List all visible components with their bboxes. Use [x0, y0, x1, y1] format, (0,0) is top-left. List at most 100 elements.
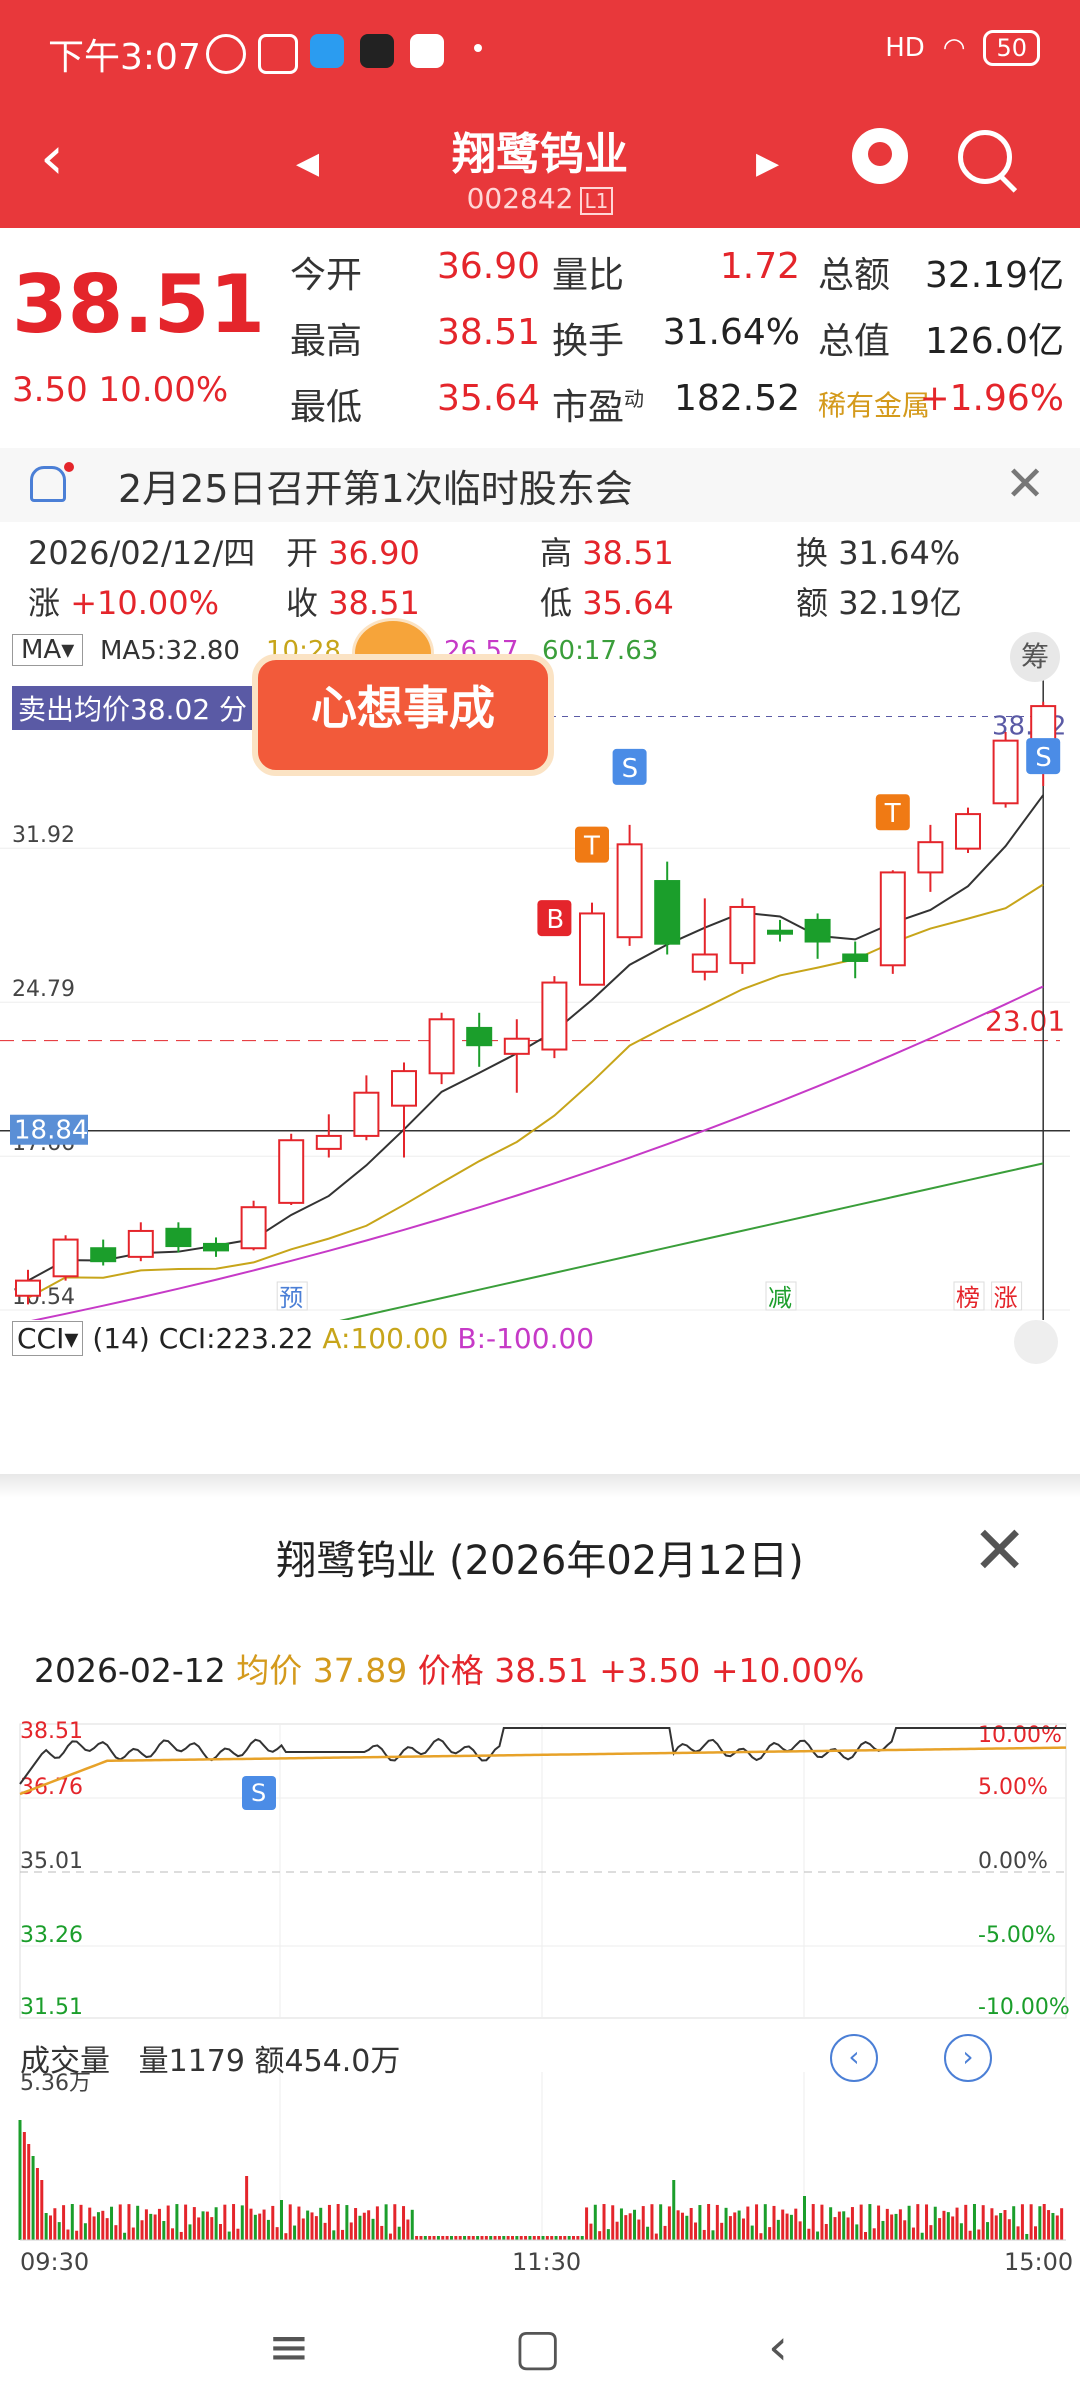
candle-body	[879, 871, 906, 967]
high-label: 高	[540, 534, 573, 572]
quote-value: +1.96%	[919, 378, 1064, 419]
time-label: 09:30	[20, 2248, 89, 2276]
search-icon[interactable]	[958, 130, 1012, 184]
bell-icon	[30, 466, 66, 502]
marker-label: 榜	[956, 1284, 980, 1312]
candle-body	[165, 1227, 192, 1248]
signal-icon: HD	[885, 33, 925, 63]
alarm-icon	[206, 34, 246, 74]
ma5-value: MA5:32.80	[100, 636, 240, 666]
left-tick: 35.01	[20, 1849, 83, 1874]
candle-body	[691, 953, 718, 973]
close-value: 38.51	[328, 584, 420, 622]
quote-label-sup: 动	[624, 387, 645, 411]
mascot-icon[interactable]	[852, 128, 908, 184]
intraday-frame	[19, 1723, 1067, 2019]
avg-value: 37.89	[312, 1651, 408, 1690]
menu-icon[interactable]: ≡	[268, 2318, 310, 2376]
pct-value: +10.00%	[710, 1651, 865, 1690]
candle-body	[541, 981, 568, 1051]
quote-label: 最高	[290, 321, 363, 362]
intraday-chart[interactable]: 38.51 10.00% 36.76 5.00% 35.01 0.00% 33.26 -5.0…	[0, 1700, 1080, 2280]
signal-label: S	[251, 1779, 266, 1807]
candle-body	[127, 1229, 154, 1258]
nfc-icon	[258, 34, 298, 74]
vol-label: 成交量	[20, 2044, 110, 2079]
code-text: 002842	[466, 182, 574, 215]
open-value: 36.90	[328, 534, 420, 572]
candle-body	[503, 1037, 530, 1055]
candle-body	[203, 1242, 229, 1252]
ma-label: MA	[21, 635, 62, 665]
low-label: 低	[540, 584, 573, 622]
time-label: 15:00	[1004, 2248, 1073, 2276]
y-tick-label: 24.79	[12, 977, 75, 1002]
level-badge: L1	[579, 187, 614, 215]
candle-body	[654, 880, 681, 945]
stock-name: 翔鹭钨业	[452, 129, 628, 180]
quote-label: 最低	[290, 387, 363, 428]
amt-label: 额	[796, 584, 829, 622]
sticker-banner[interactable]: 心想事成	[252, 654, 554, 776]
chips-button[interactable]: 筹	[1010, 632, 1060, 682]
back-icon[interactable]: ‹	[768, 2318, 788, 2376]
candle-body	[767, 929, 793, 935]
high-value: 38.51	[582, 534, 674, 572]
marker-label: 预	[279, 1284, 303, 1312]
volume-legend: 成交量 量1179 额454.0万	[20, 2036, 400, 2080]
quote-label: 稀有金属	[818, 389, 931, 422]
cci-param: (14)	[92, 1322, 150, 1355]
prev-day-button[interactable]: ‹	[830, 2034, 878, 2082]
status-time: 下午3:07	[48, 37, 201, 78]
close-icon[interactable]: ✕	[972, 1518, 1027, 1584]
left-tick: 31.51	[20, 1995, 83, 2020]
candle-body	[52, 1238, 79, 1278]
ma-selector[interactable]: MA▾	[12, 634, 84, 666]
left-tick: 38.51	[20, 1719, 83, 1744]
candle-body	[729, 905, 756, 965]
candle-body	[842, 953, 869, 962]
intraday-date: 2026-02-12	[34, 1651, 226, 1690]
amt-value: 额454.0万	[254, 2044, 401, 2079]
chg-value: +10.00%	[70, 584, 220, 622]
next-day-button[interactable]: ›	[944, 2034, 992, 2082]
quote-value: 38.51	[436, 312, 540, 353]
avg-label: 均价	[236, 1651, 303, 1690]
cci-a: A:100.00	[322, 1322, 449, 1355]
wifi-icon: ◠	[942, 33, 966, 63]
next-stock-button[interactable]: ▶	[756, 146, 779, 181]
sheet-shadow	[0, 1474, 1080, 1498]
signal-label: S	[622, 754, 639, 784]
amt-value: 32.19亿	[838, 584, 962, 622]
battery-icon: 50	[983, 30, 1040, 66]
sell-average-label: 卖出均价38.02 分	[12, 686, 254, 730]
candle-body	[466, 1026, 493, 1047]
close-icon[interactable]: ✕	[1005, 456, 1045, 512]
price-value: 38.51	[494, 1651, 589, 1690]
expand-icon[interactable]	[1014, 1320, 1058, 1364]
notification-dot	[64, 462, 74, 472]
stock-code: 002842 L1	[0, 182, 1080, 215]
candle-body	[804, 918, 831, 943]
quote-value: 35.64	[436, 378, 540, 419]
open-label: 开	[286, 534, 319, 572]
close-label: 收	[286, 584, 319, 622]
signal-label: T	[583, 832, 600, 862]
sheet-title: 翔鹭钨业 (2026年02月12日)	[276, 1538, 804, 1584]
quote-value: 36.90	[436, 246, 540, 287]
candle-body	[315, 1134, 342, 1150]
low-value: 35.64	[582, 584, 674, 622]
left-tick: 33.26	[20, 1923, 83, 1948]
candle-body	[353, 1091, 380, 1137]
quote-value: 1.72	[719, 246, 800, 287]
tiktok-icon	[360, 34, 394, 68]
candle-body	[90, 1247, 117, 1263]
current-price: 38.51	[12, 258, 266, 351]
cci-selector[interactable]: CCI▾	[12, 1321, 84, 1356]
candle-body	[391, 1070, 417, 1107]
app-icon	[310, 34, 344, 68]
title-bar: 下午3:07 HD ◠ 50 ‹ ◀ 翔鹭钨业 002842 L1 ▶	[0, 0, 1080, 228]
candle-body	[616, 843, 643, 939]
home-icon[interactable]: ▢	[514, 2318, 561, 2376]
notice-text[interactable]: 2月25日召开第1次临时股东会	[118, 458, 633, 513]
